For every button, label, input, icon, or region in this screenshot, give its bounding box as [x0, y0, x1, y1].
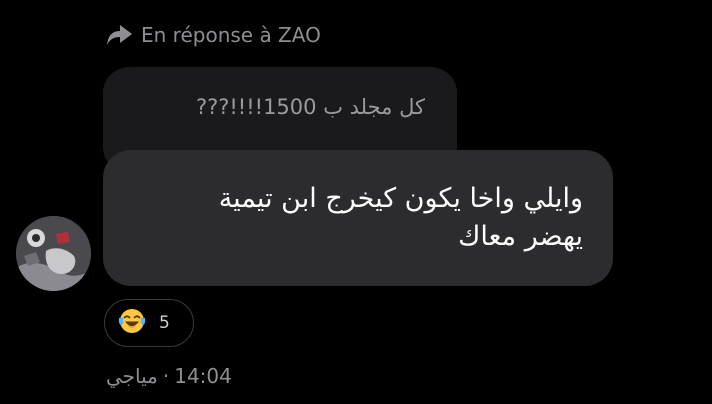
avatar-image — [16, 216, 91, 291]
reaction-count: 5 — [159, 313, 170, 333]
quoted-message-text: كل مجلد ب 1500!!!!??? — [195, 95, 425, 119]
reply-header[interactable]: En réponse à ZAO — [106, 20, 321, 50]
reply-arrow-icon — [106, 23, 134, 47]
message-meta: مياجي · 14:04 — [106, 362, 232, 390]
message-text-line-1: وايلي واخا يكون كيخرج ابن تيمية — [218, 183, 583, 214]
reply-label: En réponse à ZAO — [141, 23, 321, 47]
reaction-pill[interactable]: 5 — [104, 299, 194, 347]
message-time: 14:04 — [174, 364, 232, 388]
message-text-line-2: يهضر معاك — [458, 221, 583, 252]
face-with-tears-of-joy-icon — [118, 307, 146, 339]
message-bubble[interactable]: وايلي واخا يكون كيخرج ابن تيمية يهضر معا… — [103, 150, 613, 286]
avatar[interactable] — [16, 216, 91, 291]
meta-separator: · — [162, 364, 170, 388]
sender-name[interactable]: مياجي — [106, 364, 158, 388]
